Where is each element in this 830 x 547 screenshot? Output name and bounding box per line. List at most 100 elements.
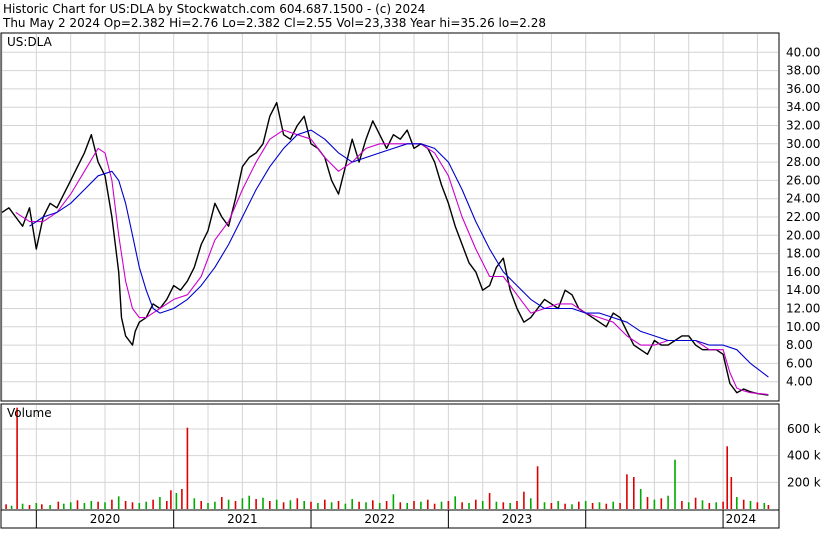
volume-bar [16,407,18,509]
volume-bar [200,501,202,509]
year-label: 2024 [726,512,757,526]
volume-bar [193,498,196,509]
volume-bar [495,501,498,509]
volume-bar [653,499,656,509]
price-tick-label: 24.00 [786,192,820,206]
volume-bar [303,501,305,509]
price-tick-label: 12.00 [786,302,820,316]
volume-bar [406,503,408,509]
volume-bar [571,504,573,509]
volume-bar [97,501,99,509]
volume-bar [248,495,250,509]
volume-bar [413,501,415,509]
volume-bar [378,503,381,509]
volume-bar [181,489,183,509]
volume-bar [104,502,106,509]
volume-bar [502,502,505,509]
volume-bar [681,501,683,509]
volume-bar [433,503,436,509]
volume-bar [330,502,333,509]
volume-bar [742,499,745,509]
year-label: 2023 [502,512,533,526]
price-tick-label: 36.00 [786,82,820,96]
volume-bar [756,502,759,509]
year-label: 2020 [90,512,121,526]
volume-bar [392,494,395,509]
price-tick-label: 10.00 [786,320,820,334]
volume-bar [646,497,649,509]
volume-bar [488,493,491,509]
volume-bar [468,503,470,509]
volume-bar [584,501,587,509]
volume-bar [296,498,299,509]
volume-bar [76,500,79,509]
volume-bar [767,505,770,509]
volume-bar [170,490,172,509]
volume-bar [57,501,60,509]
volume-bar [763,503,766,509]
header-title: Historic Chart for US:DLA by Stockwatch.… [3,2,425,16]
volume-bar [626,474,628,509]
volume-bar [730,477,733,509]
volume-bar [399,502,402,509]
volume-bar [207,503,209,509]
price-tick-label: 14.00 [786,283,820,297]
volume-bar [214,501,216,509]
volume-bar [358,501,360,509]
price-tick-label: 6.00 [786,356,813,370]
volume-tick-label: 200 k [787,475,821,489]
volume-bar [619,503,621,509]
price-tick-label: 38.00 [786,64,820,78]
volume-bar [523,491,525,509]
volume-bar [255,499,257,509]
volume-tick-label: 400 k [787,449,821,463]
volume-bar [427,499,429,509]
volume-bar [639,489,642,509]
volume-bar [145,501,147,509]
volume-bar [227,499,230,509]
volume-bar [117,496,120,509]
volume-bar [667,495,669,509]
volume-bar [475,499,477,509]
volume-bar [736,497,738,509]
volume-bar [111,499,113,509]
volume-bar [262,497,264,509]
header-quote: Thu May 2 2024 Op=2.382 Hi=2.76 Lo=2.382… [2,16,546,30]
chart-canvas: Historic Chart for US:DLA by Stockwatch.… [0,0,830,543]
price-tick-label: 22.00 [786,210,820,224]
volume-bar [612,501,614,509]
volume-bar [674,459,676,509]
volume-bar [269,501,271,509]
volume-bar [715,502,717,509]
volume-bar [708,503,711,509]
volume-bar [131,502,134,509]
volume-bar [726,446,728,509]
volume-bar [282,502,285,509]
volume-bar [166,501,168,509]
volume-bar [221,497,223,509]
volume-bar [660,498,663,509]
volume-bar [324,499,326,509]
volume-bar [461,502,463,509]
price-tick-label: 40.00 [786,45,820,59]
volume-bar [138,503,141,509]
volume-bar [694,497,697,509]
price-tick-label: 20.00 [786,228,820,242]
volume-bar [83,503,86,509]
volume-bar [557,501,559,509]
volume-bar [605,503,608,509]
volume-bar [536,466,539,509]
volume-tick-label: 600 k [787,422,821,436]
volume-bar [186,427,189,509]
volume-bar [420,501,422,509]
volume-bar [372,500,374,509]
volume-bar [578,501,580,509]
volume-bar [591,503,594,509]
volume-bar [90,501,93,509]
volume-bar [481,501,484,509]
volume-panel-label: Volume [7,406,52,420]
volume-bar [21,503,24,509]
volume-bar [351,499,353,509]
volume-bar [152,499,154,509]
volume-bar [530,498,532,509]
